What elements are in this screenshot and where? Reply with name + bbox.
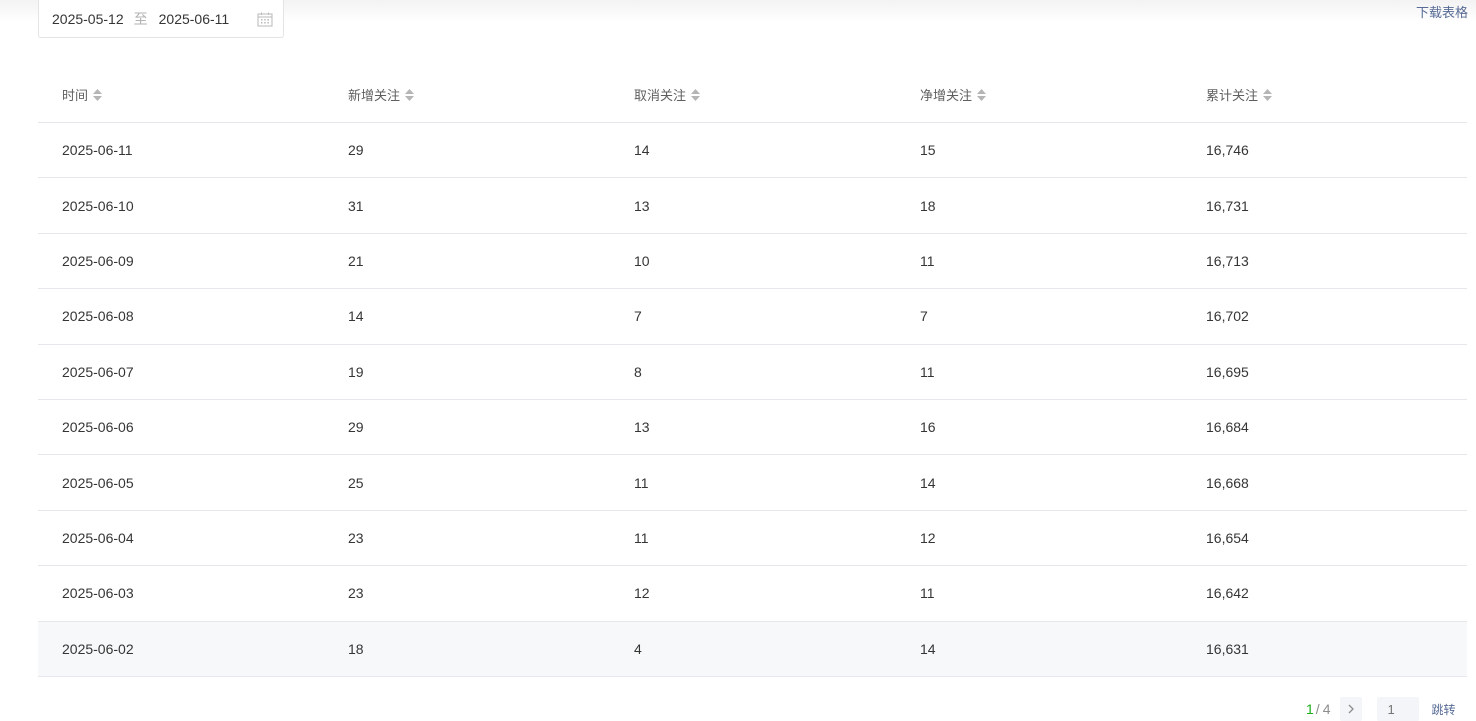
cell-net-follows: 16 <box>920 419 936 436</box>
cell-unfollows: 11 <box>634 529 649 546</box>
cell-new-follows: 29 <box>348 142 364 159</box>
cell-unfollows: 4 <box>634 640 642 657</box>
cell-date: 2025-06-05 <box>62 474 134 491</box>
cell-new-follows: 18 <box>348 640 364 657</box>
column-header-label: 累计关注 <box>1206 88 1259 103</box>
column-header-unfollows[interactable]: 取消关注 <box>610 85 896 104</box>
table-row: 2025-06-02 18 4 14 16,631 <box>38 621 1467 677</box>
cell-net-follows: 11 <box>920 252 935 269</box>
sort-icon[interactable] <box>690 87 701 103</box>
cell-new-follows: 23 <box>348 529 364 546</box>
cell-cumulative-follows: 16,695 <box>1206 363 1249 380</box>
table-row: 2025-06-08 14 7 7 16,702 <box>38 289 1467 345</box>
calendar-icon[interactable] <box>257 12 273 27</box>
cell-cumulative-follows: 16,746 <box>1206 142 1249 159</box>
next-page-button[interactable] <box>1340 697 1363 721</box>
table-row: 2025-06-05 25 11 14 16,668 <box>38 455 1467 511</box>
cell-cumulative-follows: 16,684 <box>1206 419 1249 436</box>
cell-net-follows: 18 <box>920 197 936 214</box>
cell-cumulative-follows: 16,731 <box>1206 197 1249 214</box>
column-header-time[interactable]: 时间 <box>38 85 324 104</box>
cell-net-follows: 14 <box>920 474 936 491</box>
table-row: 2025-06-09 21 10 11 16,713 <box>38 234 1467 290</box>
table-row: 2025-06-04 23 11 12 16,654 <box>38 511 1467 567</box>
cell-date: 2025-06-02 <box>62 640 134 657</box>
cell-date: 2025-06-09 <box>62 252 134 269</box>
cell-new-follows: 31 <box>348 197 364 214</box>
data-table: 时间 新增关注 取消关注 净增关注 累计关注 2025-06-11 29 14 … <box>38 67 1467 677</box>
download-table-link[interactable]: 下载表格 <box>1416 2 1468 21</box>
column-header-label: 取消关注 <box>634 88 687 103</box>
cell-cumulative-follows: 16,702 <box>1206 308 1249 325</box>
cell-unfollows: 10 <box>634 252 650 269</box>
sort-icon[interactable] <box>1262 87 1273 103</box>
cell-date: 2025-06-03 <box>62 585 134 602</box>
table-header: 时间 新增关注 取消关注 净增关注 累计关注 <box>38 67 1467 123</box>
column-header-label: 时间 <box>62 88 89 103</box>
jump-button[interactable]: 跳转 <box>1431 701 1455 718</box>
cell-new-follows: 29 <box>348 419 364 436</box>
cell-unfollows: 13 <box>634 419 650 436</box>
date-range-picker[interactable]: 2025-05-12 至 2025-06-11 <box>38 0 284 38</box>
table-row: 2025-06-07 19 8 11 16,695 <box>38 345 1467 400</box>
sort-icon[interactable] <box>976 87 987 103</box>
cell-net-follows: 14 <box>920 640 936 657</box>
page-separator: / <box>1315 701 1320 717</box>
cell-net-follows: 12 <box>920 529 936 546</box>
table-row: 2025-06-10 31 13 18 16,731 <box>38 178 1467 234</box>
page: 2025-05-12 至 2025-06-11 下载表格 时间 新增关注 取消关… <box>0 0 1476 721</box>
cell-new-follows: 14 <box>348 308 364 325</box>
cell-unfollows: 12 <box>634 585 650 602</box>
cell-date: 2025-06-10 <box>62 197 134 214</box>
chevron-right-icon <box>1349 704 1355 714</box>
cell-unfollows: 7 <box>634 308 642 325</box>
cell-net-follows: 11 <box>920 363 935 380</box>
cell-net-follows: 15 <box>920 142 936 159</box>
cell-cumulative-follows: 16,668 <box>1206 474 1249 491</box>
cell-date: 2025-06-08 <box>62 308 134 325</box>
cell-net-follows: 11 <box>920 585 935 602</box>
date-separator: 至 <box>133 10 148 27</box>
cell-date: 2025-06-11 <box>62 142 133 159</box>
cell-cumulative-follows: 16,654 <box>1206 529 1249 546</box>
cell-new-follows: 23 <box>348 585 364 602</box>
end-date[interactable]: 2025-06-11 <box>159 11 230 27</box>
sort-icon[interactable] <box>404 87 415 103</box>
cell-unfollows: 13 <box>634 197 650 214</box>
cell-cumulative-follows: 16,642 <box>1206 585 1249 602</box>
cell-new-follows: 25 <box>348 474 364 491</box>
cell-new-follows: 19 <box>348 363 364 380</box>
column-header-label: 新增关注 <box>348 88 401 103</box>
current-page: 1 <box>1306 701 1314 717</box>
column-header-label: 净增关注 <box>920 88 973 103</box>
table-row: 2025-06-11 29 14 15 16,746 <box>38 123 1467 179</box>
cell-date: 2025-06-04 <box>62 529 134 546</box>
table-row: 2025-06-06 29 13 16 16,684 <box>38 400 1467 456</box>
cell-unfollows: 14 <box>634 142 650 159</box>
cell-date: 2025-06-07 <box>62 363 134 380</box>
cell-unfollows: 11 <box>634 474 649 491</box>
sort-icon[interactable] <box>92 87 103 103</box>
pagination: 1 / 4 跳转 <box>1306 697 1456 721</box>
page-number-input[interactable] <box>1377 697 1420 721</box>
cell-unfollows: 8 <box>634 363 642 380</box>
column-header-cumulative-follows[interactable]: 累计关注 <box>1182 85 1467 104</box>
table-row: 2025-06-03 23 12 11 16,642 <box>38 566 1467 622</box>
cell-cumulative-follows: 16,631 <box>1206 640 1249 657</box>
cell-date: 2025-06-06 <box>62 419 134 436</box>
total-pages: 4 <box>1322 701 1331 717</box>
column-header-new-follows[interactable]: 新增关注 <box>324 85 610 104</box>
cell-cumulative-follows: 16,713 <box>1206 252 1249 269</box>
cell-new-follows: 21 <box>348 252 364 269</box>
start-date[interactable]: 2025-05-12 <box>52 11 124 27</box>
cell-net-follows: 7 <box>920 308 928 325</box>
column-header-net-follows[interactable]: 净增关注 <box>896 85 1182 104</box>
